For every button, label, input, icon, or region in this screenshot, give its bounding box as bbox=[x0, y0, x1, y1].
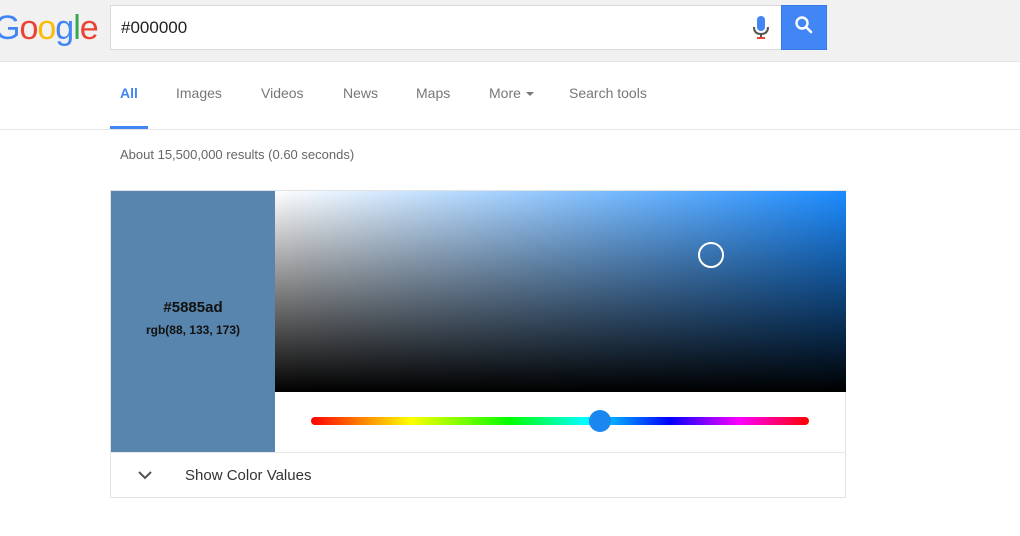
saturation-handle[interactable] bbox=[697, 242, 724, 269]
caret-down-icon bbox=[525, 92, 534, 97]
chevron-down-icon bbox=[137, 467, 153, 483]
hue-slider-handle[interactable] bbox=[588, 410, 611, 432]
logo-letter: e bbox=[79, 9, 99, 47]
search-input[interactable] bbox=[121, 6, 721, 49]
tab-images[interactable]: Images bbox=[176, 85, 222, 101]
microphone-icon[interactable] bbox=[751, 15, 771, 41]
tab-maps[interactable]: Maps bbox=[416, 85, 450, 101]
result-stats: About 15,500,000 results (0.60 seconds) bbox=[120, 147, 355, 162]
tab-all[interactable]: All bbox=[120, 85, 138, 101]
search-tabs: All Images Videos News Maps More Search … bbox=[110, 64, 1020, 130]
search-button[interactable] bbox=[781, 5, 827, 50]
tab-search-tools[interactable]: Search tools bbox=[569, 85, 647, 101]
color-rgb-value: rgb(88, 133, 173) bbox=[145, 323, 241, 337]
logo-letter: o bbox=[19, 9, 38, 47]
tabs-divider bbox=[0, 129, 1020, 130]
color-picker-card: #5885ad rgb(88, 133, 173) Show Color Val… bbox=[110, 190, 846, 498]
hue-slider[interactable] bbox=[311, 417, 809, 425]
logo-letter: G bbox=[0, 9, 20, 47]
tab-more-label: More bbox=[489, 85, 521, 101]
header-bar: Google bbox=[0, 0, 1020, 62]
logo-letter: g bbox=[55, 9, 74, 47]
tab-videos[interactable]: Videos bbox=[261, 85, 304, 101]
tab-more[interactable]: More bbox=[489, 85, 534, 101]
show-color-values-label: Show Color Values bbox=[185, 467, 312, 484]
search-icon bbox=[794, 15, 814, 40]
show-color-values-toggle[interactable]: Show Color Values bbox=[111, 453, 846, 498]
tab-news[interactable]: News bbox=[343, 85, 378, 101]
search-box bbox=[110, 5, 782, 50]
logo-letter: o bbox=[37, 9, 56, 47]
color-swatch: #5885ad rgb(88, 133, 173) bbox=[111, 191, 275, 452]
google-logo[interactable]: Google bbox=[0, 8, 99, 48]
saturation-value-panel[interactable] bbox=[275, 191, 846, 392]
color-hex-value: #5885ad bbox=[163, 299, 223, 316]
